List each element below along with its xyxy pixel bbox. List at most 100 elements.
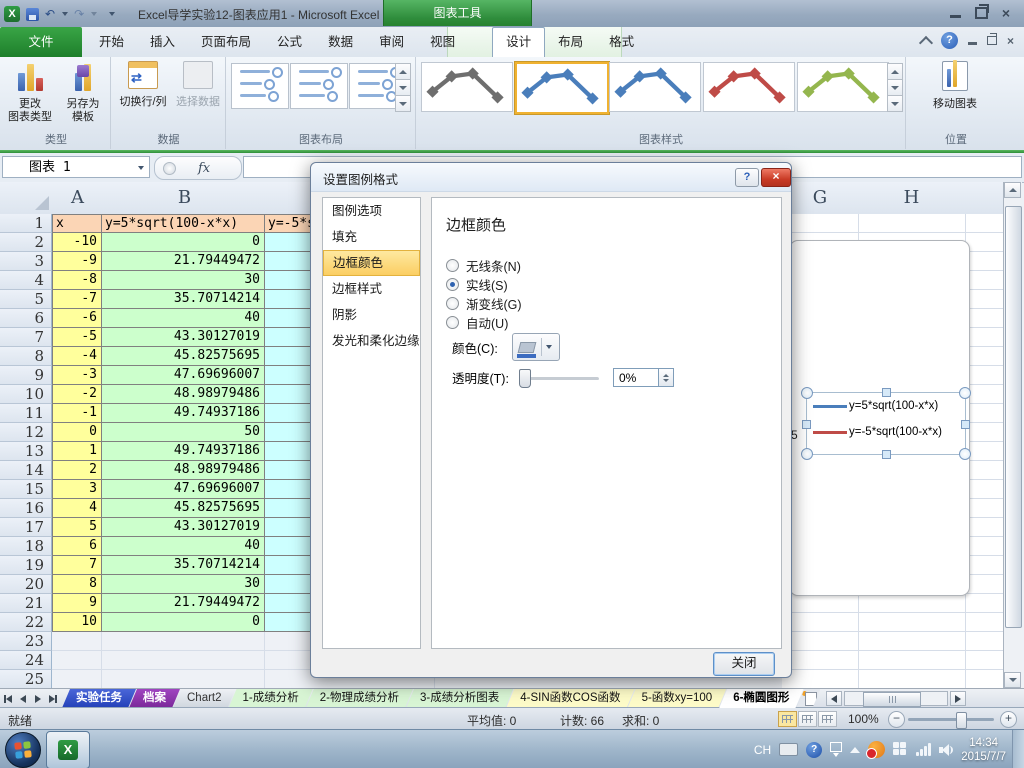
cell-y-value[interactable]: 0 (102, 233, 265, 252)
row-header[interactable]: 7 (0, 328, 52, 347)
scroll-right-icon[interactable] (950, 691, 967, 706)
empty-cell[interactable] (102, 651, 265, 670)
selection-handle[interactable] (801, 448, 813, 460)
cell-x-value[interactable]: -6 (52, 309, 102, 328)
empty-cell[interactable] (52, 632, 102, 651)
row-header[interactable]: 1 (0, 214, 52, 233)
fx-icon[interactable]: fx (198, 161, 210, 176)
qat-customize-icon[interactable] (109, 12, 116, 16)
cell-b1[interactable]: y=5*sqrt(100-x*x) (102, 214, 265, 233)
sheet-tab-7[interactable]: 4-SIN函数COS函数 (506, 689, 634, 708)
row-header[interactable]: 20 (0, 575, 52, 594)
transparency-value-input[interactable]: 0% (612, 368, 659, 387)
transparency-slider[interactable] (518, 368, 599, 388)
gallery-down-icon[interactable] (887, 79, 903, 96)
horizontal-scrollbar[interactable] (826, 689, 967, 708)
cell-x-value[interactable]: 2 (52, 461, 102, 480)
horizontal-scroll-track[interactable] (844, 691, 949, 707)
cell-x-value[interactable]: -1 (52, 404, 102, 423)
ribbon-collapse-icon[interactable] (918, 35, 934, 50)
selection-handle[interactable] (802, 419, 811, 429)
empty-cell[interactable] (52, 651, 102, 670)
undo-button[interactable]: ↶ (45, 7, 55, 21)
select-all-corner[interactable] (0, 182, 53, 213)
switch-row-col-button[interactable]: ⇄ 切换行/列 (114, 61, 172, 109)
row-header[interactable]: 11 (0, 404, 52, 423)
tab-home[interactable]: 开始 (86, 27, 137, 57)
empty-cell[interactable] (102, 632, 265, 651)
cell-y-value[interactable]: 35.70714214 (102, 290, 265, 309)
help-icon[interactable]: ? (940, 32, 958, 49)
insert-function-area[interactable]: fx (154, 156, 242, 180)
cell-y-value[interactable]: 47.69696007 (102, 366, 265, 385)
tab-insert[interactable]: 插入 (137, 27, 188, 57)
normal-view-icon[interactable] (778, 711, 797, 727)
radio-option[interactable]: 无线条(N) (446, 256, 522, 275)
next-sheet-icon[interactable] (30, 689, 45, 708)
name-box-dropdown-icon[interactable] (138, 166, 144, 170)
cell-y-value[interactable]: 40 (102, 309, 265, 328)
tray-help-icon[interactable]: ? (806, 741, 823, 758)
horizontal-scroll-thumb[interactable] (863, 692, 922, 707)
tab-file[interactable]: 文件 (0, 27, 82, 57)
cell-y-value[interactable]: 48.98979486 (102, 385, 265, 404)
row-header[interactable]: 5 (0, 290, 52, 309)
selection-handle[interactable] (959, 448, 971, 460)
taskbar-clock[interactable]: 14:34 2015/7/7 (961, 736, 1006, 764)
sheet-tab-1[interactable]: 实验任务 (62, 689, 136, 708)
chart-style-style-gray[interactable] (421, 62, 513, 112)
antivirus-tray-icon[interactable] (866, 741, 886, 759)
cell-x-value[interactable]: -9 (52, 252, 102, 271)
dialog-nav-填充[interactable]: 填充 (323, 224, 420, 250)
column-header-partial[interactable] (965, 182, 1003, 213)
dialog-nav-图例选项[interactable]: 图例选项 (323, 198, 420, 224)
cell-x-value[interactable]: 10 (52, 613, 102, 632)
row-header[interactable]: 6 (0, 309, 52, 328)
row-header[interactable]: 9 (0, 366, 52, 385)
sheet-tab-2[interactable]: 档案 (129, 689, 180, 708)
row-header[interactable]: 22 (0, 613, 52, 632)
row-header[interactable]: 18 (0, 537, 52, 556)
cell-x-value[interactable]: 0 (52, 423, 102, 442)
cell-y-value[interactable]: 35.70714214 (102, 556, 265, 575)
cell-x-value[interactable]: 4 (52, 499, 102, 518)
zoom-slider-thumb[interactable] (956, 712, 967, 729)
empty-cell[interactable] (52, 670, 102, 689)
gallery-down-icon[interactable] (395, 79, 411, 96)
page-layout-view-icon[interactable] (798, 711, 817, 727)
transparency-spinner[interactable] (658, 368, 674, 387)
tab-page-layout[interactable]: 页面布局 (188, 27, 264, 57)
tab-design-active[interactable]: 设计 (492, 27, 546, 57)
language-indicator[interactable]: CH (754, 743, 771, 757)
tab-data[interactable]: 数据 (315, 27, 366, 57)
row-header[interactable]: 3 (0, 252, 52, 271)
row-header[interactable]: 12 (0, 423, 52, 442)
cell-y-value[interactable]: 21.79449472 (102, 252, 265, 271)
chart-layout-thumbnail[interactable] (231, 63, 289, 109)
scroll-up-icon[interactable] (1004, 182, 1021, 198)
dialog-nav-发光和柔化边缘[interactable]: 发光和柔化边缘 (323, 328, 420, 354)
change-chart-type-button[interactable]: 更改 图表类型 (4, 61, 56, 124)
row-header[interactable]: 13 (0, 442, 52, 461)
save-button[interactable] (26, 7, 39, 21)
cell-x-value[interactable]: 8 (52, 575, 102, 594)
sheet-tab-9[interactable]: 6-椭圆图形 (719, 689, 803, 708)
start-button[interactable] (5, 732, 41, 768)
empty-cell[interactable] (102, 670, 265, 689)
row-header[interactable]: 24 (0, 651, 52, 670)
cell-y-value[interactable]: 0 (102, 613, 265, 632)
color-picker-button[interactable] (511, 333, 560, 361)
row-header[interactable]: 15 (0, 480, 52, 499)
tab-formulas[interactable]: 公式 (264, 27, 315, 57)
row-header[interactable]: 10 (0, 385, 52, 404)
chart-legend[interactable]: y=5*sqrt(100-x*x) y=-5*sqrt(100-x*x) (801, 387, 971, 460)
workbook-minimize-icon[interactable] (967, 42, 977, 45)
name-box[interactable]: 图表 1 (2, 156, 150, 178)
show-desktop-button[interactable] (1012, 730, 1024, 768)
zoom-in-button[interactable]: + (1000, 711, 1017, 728)
dialog-nav-边框颜色[interactable]: 边框颜色 (323, 250, 420, 276)
action-center-icon[interactable] (893, 742, 908, 757)
cell-y-value[interactable]: 40 (102, 537, 265, 556)
cell-x-value[interactable]: 7 (52, 556, 102, 575)
gallery-up-icon[interactable] (395, 63, 411, 80)
